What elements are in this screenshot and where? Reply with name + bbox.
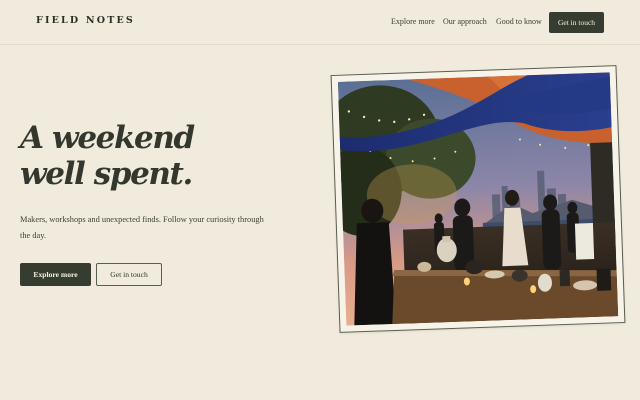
get-in-touch-nav-button[interactable]: Get in touch (549, 12, 604, 33)
brand-logo[interactable]: FIELD NOTES (36, 15, 135, 26)
hero-description: Makers, workshops and unexpected finds. … (20, 215, 264, 240)
hero-title-line-2: well spent. (20, 156, 193, 192)
top-navigation-bar: FIELD NOTES Explore more Our approach Go… (0, 0, 640, 45)
hero-photo (330, 65, 626, 333)
night-market-illustration (337, 72, 619, 326)
explore-more-button[interactable]: Explore more (20, 263, 91, 286)
get-in-touch-button[interactable]: Get in touch (96, 263, 162, 286)
hero-title-line-1: A weekend (20, 120, 195, 156)
nav-link-good-to-know[interactable]: Good to know (496, 17, 542, 26)
nav-link-explore-more[interactable]: Explore more (391, 17, 435, 26)
nav-link-our-approach[interactable]: Our approach (443, 17, 487, 26)
hero-title: A weekend well spent. (20, 120, 195, 192)
